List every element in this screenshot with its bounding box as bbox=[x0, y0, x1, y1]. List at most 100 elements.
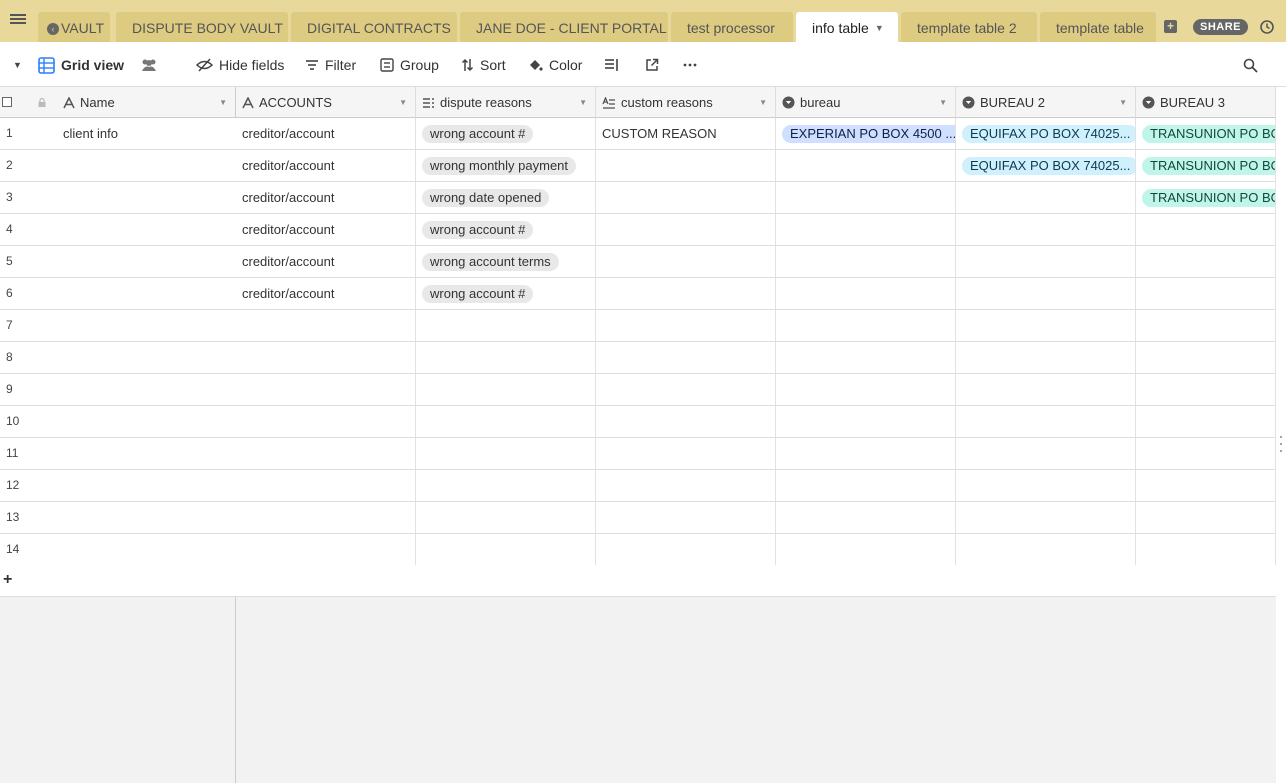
sort-button[interactable]: Sort bbox=[461, 56, 506, 74]
cell-bureau-2[interactable] bbox=[956, 246, 1136, 278]
cell-custom-reason[interactable] bbox=[596, 438, 776, 470]
tab-vault[interactable]: ‹ VAULT bbox=[38, 12, 110, 42]
cell-bureau-3[interactable] bbox=[1136, 406, 1276, 438]
cell-custom-reason[interactable] bbox=[596, 374, 776, 406]
cell-dispute-reason[interactable] bbox=[416, 342, 596, 374]
cell-bureau-3[interactable] bbox=[1136, 374, 1276, 406]
table-row[interactable]: 5 creditor/account wrong account terms bbox=[0, 246, 1286, 278]
cell-bureau-3[interactable] bbox=[1136, 310, 1276, 342]
collaborators-icon[interactable] bbox=[140, 56, 164, 74]
cell-accounts[interactable] bbox=[236, 310, 416, 342]
cell-dispute-reason[interactable]: wrong account terms bbox=[416, 246, 596, 278]
cell-name[interactable]: client info bbox=[63, 118, 118, 149]
cell-accounts[interactable]: creditor/account bbox=[236, 182, 416, 214]
cell-accounts[interactable]: creditor/account bbox=[236, 214, 416, 246]
column-menu-caret-icon[interactable]: ▼ bbox=[939, 87, 947, 117]
table-row[interactable]: 13 bbox=[0, 502, 1286, 534]
cell-bureau[interactable] bbox=[776, 534, 956, 566]
cell-bureau-3[interactable]: TRANSUNION PO BOX bbox=[1136, 118, 1276, 150]
cell-accounts[interactable] bbox=[236, 502, 416, 534]
cell-dispute-reason[interactable]: wrong monthly payment bbox=[416, 150, 596, 182]
column-header-bureau[interactable]: bureau ▼ bbox=[776, 87, 956, 118]
cell-bureau[interactable] bbox=[776, 406, 956, 438]
row-header[interactable]: 12 bbox=[0, 470, 236, 502]
cell-bureau[interactable] bbox=[776, 182, 956, 214]
table-row[interactable]: 9 bbox=[0, 374, 1286, 406]
cell-bureau-3[interactable] bbox=[1136, 470, 1276, 502]
cell-custom-reason[interactable] bbox=[596, 534, 776, 566]
table-row[interactable]: 7 bbox=[0, 310, 1286, 342]
cell-dispute-reason[interactable] bbox=[416, 502, 596, 534]
cell-bureau-3[interactable] bbox=[1136, 342, 1276, 374]
cell-accounts[interactable]: creditor/account bbox=[236, 246, 416, 278]
view-switcher-button[interactable]: Grid view bbox=[38, 56, 124, 74]
add-row-area[interactable] bbox=[236, 565, 1276, 597]
cell-dispute-reason[interactable] bbox=[416, 374, 596, 406]
cell-custom-reason[interactable] bbox=[596, 310, 776, 342]
search-icon[interactable] bbox=[1243, 56, 1264, 74]
cell-custom-reason[interactable] bbox=[596, 342, 776, 374]
tab-dropdown-icon[interactable]: ▼ bbox=[875, 23, 884, 33]
tab-info-table[interactable]: info table ▼ bbox=[796, 12, 898, 42]
cell-bureau[interactable] bbox=[776, 246, 956, 278]
cell-accounts[interactable]: creditor/account bbox=[236, 118, 416, 150]
column-header-accounts[interactable]: ACCOUNTS ▼ bbox=[236, 87, 416, 118]
cell-bureau-2[interactable] bbox=[956, 438, 1136, 470]
more-options-icon[interactable] bbox=[683, 56, 703, 74]
cell-bureau-2[interactable] bbox=[956, 182, 1136, 214]
cell-dispute-reason[interactable] bbox=[416, 310, 596, 342]
cell-bureau[interactable] bbox=[776, 278, 956, 310]
row-header[interactable]: 13 bbox=[0, 502, 236, 534]
table-row[interactable]: 6 creditor/account wrong account # bbox=[0, 278, 1286, 310]
tab-template-table[interactable]: template table bbox=[1040, 12, 1156, 42]
cell-accounts[interactable] bbox=[236, 534, 416, 566]
table-row[interactable]: 1 client info creditor/account wrong accoun… bbox=[0, 118, 1286, 150]
tab-digital-contracts[interactable]: DIGITAL CONTRACTS bbox=[291, 12, 457, 42]
cell-bureau-2[interactable] bbox=[956, 214, 1136, 246]
cell-bureau-2[interactable] bbox=[956, 342, 1136, 374]
column-menu-caret-icon[interactable]: ▼ bbox=[219, 87, 227, 117]
cell-custom-reason[interactable] bbox=[596, 502, 776, 534]
sidebar-toggle-caret-icon[interactable]: ▼ bbox=[13, 56, 22, 74]
cell-dispute-reason[interactable] bbox=[416, 470, 596, 502]
cell-bureau-2[interactable] bbox=[956, 310, 1136, 342]
filter-button[interactable]: Filter bbox=[305, 56, 356, 74]
row-header[interactable]: 11 bbox=[0, 438, 236, 470]
cell-custom-reason[interactable] bbox=[596, 246, 776, 278]
column-header-name[interactable]: Name ▼ bbox=[0, 87, 236, 118]
cell-bureau[interactable] bbox=[776, 374, 956, 406]
group-button[interactable]: Group bbox=[380, 56, 439, 74]
row-header[interactable]: 9 bbox=[0, 374, 236, 406]
row-header[interactable]: 8 bbox=[0, 342, 236, 374]
row-header[interactable]: 10 bbox=[0, 406, 236, 438]
cell-bureau-2[interactable] bbox=[956, 278, 1136, 310]
cell-bureau[interactable] bbox=[776, 150, 956, 182]
hamburger-menu-icon[interactable] bbox=[10, 12, 26, 28]
row-header[interactable]: 1 client info bbox=[0, 118, 236, 150]
cell-bureau[interactable] bbox=[776, 502, 956, 534]
column-menu-caret-icon[interactable]: ▼ bbox=[399, 87, 407, 117]
column-header-dispute-reasons[interactable]: dispute reasons ▼ bbox=[416, 87, 596, 118]
cell-dispute-reason[interactable] bbox=[416, 406, 596, 438]
color-button[interactable]: Color bbox=[528, 56, 582, 74]
cell-bureau-3[interactable] bbox=[1136, 502, 1276, 534]
cell-custom-reason[interactable] bbox=[596, 470, 776, 502]
column-menu-caret-icon[interactable]: ▼ bbox=[759, 87, 767, 117]
table-row[interactable]: 3 creditor/account wrong date opened TRANSU… bbox=[0, 182, 1286, 214]
cell-accounts[interactable]: creditor/account bbox=[236, 278, 416, 310]
tab-template-table-2[interactable]: template table 2 bbox=[901, 12, 1037, 42]
chevron-left-icon[interactable]: ‹ bbox=[47, 23, 59, 35]
cell-dispute-reason[interactable]: wrong date opened bbox=[416, 182, 596, 214]
tab-test-processor[interactable]: test processor bbox=[671, 12, 793, 42]
cell-accounts[interactable] bbox=[236, 374, 416, 406]
column-menu-caret-icon[interactable]: ▼ bbox=[1119, 87, 1127, 117]
cell-custom-reason[interactable] bbox=[596, 406, 776, 438]
cell-bureau[interactable] bbox=[776, 310, 956, 342]
select-all-checkbox[interactable] bbox=[2, 97, 12, 107]
table-row[interactable]: 11 bbox=[0, 438, 1286, 470]
row-header[interactable]: 2 bbox=[0, 150, 236, 182]
cell-custom-reason[interactable]: CUSTOM REASON bbox=[596, 118, 776, 150]
cell-bureau-2[interactable] bbox=[956, 406, 1136, 438]
cell-custom-reason[interactable] bbox=[596, 150, 776, 182]
cell-accounts[interactable] bbox=[236, 342, 416, 374]
